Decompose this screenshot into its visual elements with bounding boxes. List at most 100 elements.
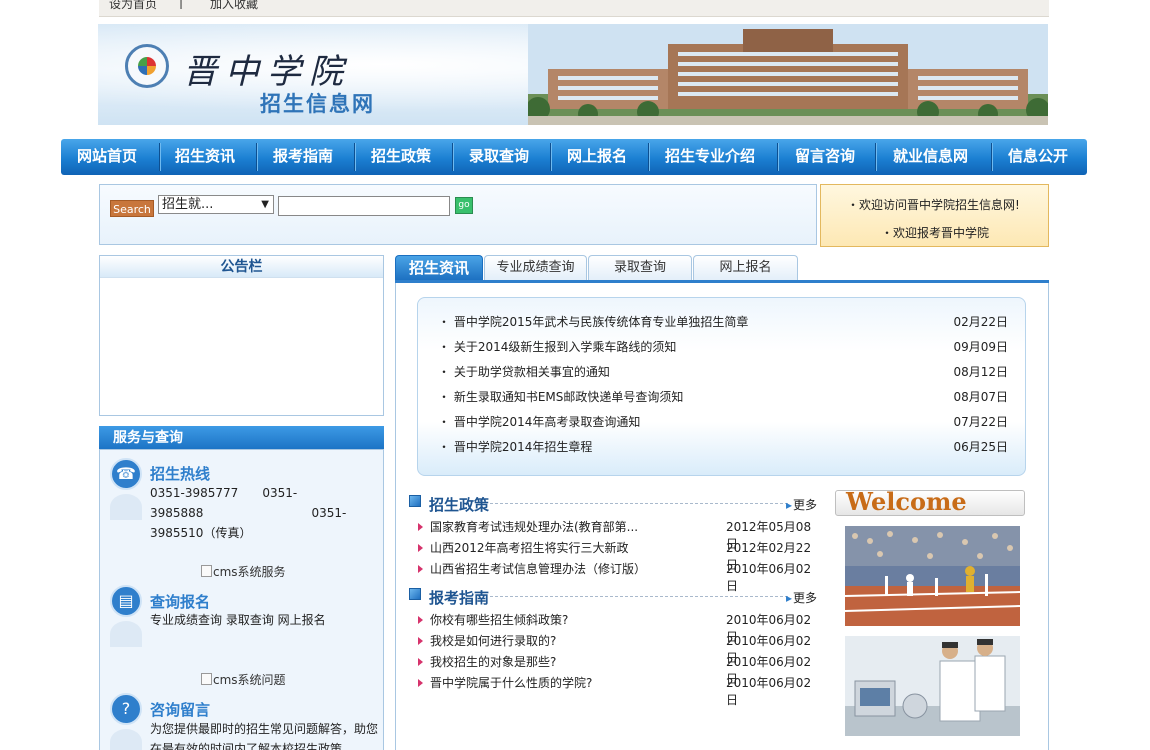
message-icon-reflection (110, 729, 142, 750)
list-item[interactable]: ・ 关于2014级新生报到入学乘车路线的须知 09月09日 (438, 338, 1008, 358)
news-title[interactable]: ・ 晋中学院2015年武术与民族传统体育专业单独招生简章 (438, 313, 748, 330)
school-logo-icon (125, 44, 169, 88)
news-title[interactable]: ・ 晋中学院2014年高考录取查询通知 (438, 413, 640, 430)
nav-item-online-registration[interactable]: 网上报名 (567, 139, 627, 175)
hotline-line-3: 3985510（传真） (150, 526, 252, 540)
go-button[interactable]: go (455, 197, 473, 214)
news-date: 07月22日 (953, 415, 1008, 429)
guide-section-title[interactable]: 报考指南 (429, 587, 489, 608)
policy-section-title[interactable]: 招生政策 (429, 494, 489, 515)
welcome-message-box: ・欢迎访问晋中学院招生信息网! ・欢迎报考晋中学院 (820, 184, 1049, 247)
news-date: 09月09日 (953, 340, 1008, 354)
list-item[interactable]: 你校有哪些招生倾斜政策? 2010年06月02日 (418, 611, 813, 644)
campus-building-image (528, 24, 1048, 125)
list-item[interactable]: ・ 关于助学贷款相关事宜的通知 08月12日 (438, 363, 1008, 383)
policy-item-title[interactable]: 山西2012年高考招生将实行三大新政 (430, 539, 629, 556)
list-item[interactable]: ・ 晋中学院2014年高考录取查询通知 07月22日 (438, 413, 1008, 433)
laboratory-photo[interactable] (845, 636, 1020, 736)
question-image-placeholder: cms系统问题 (201, 671, 286, 688)
nav-item-application-guide[interactable]: 报考指南 (273, 139, 333, 175)
sports-event-photo[interactable] (845, 526, 1020, 626)
tab-score-query[interactable]: 专业成绩查询 (484, 255, 587, 281)
guide-item-title[interactable]: 你校有哪些招生倾斜政策? (430, 611, 568, 628)
service-panel: ☎ 招生热线 0351-3985777 0351- 3985888 0351- … (99, 449, 384, 750)
tab-admission-query[interactable]: 录取查询 (588, 255, 692, 281)
list-item[interactable]: ・ 晋中学院2014年招生章程 06月25日 (438, 438, 1008, 458)
news-date: 02月22日 (953, 315, 1008, 329)
guide-more-link[interactable]: 更多 (786, 589, 817, 606)
main-nav: 网站首页 招生资讯 报考指南 招生政策 录取查询 网上报名 招生专业介绍 留言咨… (61, 139, 1087, 175)
add-bookmark-link[interactable]: 加入收藏 (210, 0, 258, 12)
nav-item-major-introduction[interactable]: 招生专业介绍 (665, 139, 755, 175)
section-divider (490, 596, 788, 597)
consult-text-2: 在最有效的时间内了解本校招生政策。 (150, 742, 355, 750)
welcome-line-2: ・欢迎报考晋中学院 (881, 226, 990, 240)
list-item[interactable]: ・ 新生录取通知书EMS邮政快递单号查询须知 08月07日 (438, 388, 1008, 408)
news-title[interactable]: ・ 关于助学贷款相关事宜的通知 (438, 363, 610, 380)
school-name: 晋中学院 (183, 52, 351, 92)
hotline-title[interactable]: 招生热线 (150, 463, 210, 484)
welcome-header: Welcome (835, 487, 1025, 516)
notice-board-title: 公告栏 (100, 256, 383, 278)
search-category-select[interactable]: 招生就... ▼ (158, 195, 274, 214)
list-item[interactable]: 国家教育考试违规处理办法(教育部第... 2012年05月08日 (418, 518, 813, 551)
welcome-title: Welcome (846, 487, 967, 516)
query-links[interactable]: 专业成绩查询 录取查询 网上报名 (150, 610, 326, 630)
service-image-placeholder: cms系统服务 (201, 563, 286, 580)
guide-item-date: 2010年06月02日 (726, 676, 812, 707)
guide-item-title[interactable]: 我校招生的对象是那些? (430, 653, 556, 670)
news-date: 08月12日 (953, 365, 1008, 379)
clipboard-icon-reflection (110, 621, 142, 647)
section-icon (409, 588, 421, 600)
nav-item-admission-policy[interactable]: 招生政策 (371, 139, 431, 175)
phone-icon: ☎ (110, 458, 142, 490)
hotline-line-2: 3985888 0351- (150, 506, 347, 520)
set-homepage-link[interactable]: 设为首页 (109, 0, 157, 12)
notice-board: 公告栏 (99, 255, 384, 416)
phone-icon-reflection (110, 494, 142, 520)
policy-item-title[interactable]: 山西省招生考试信息管理办法（修订版） (430, 560, 646, 577)
welcome-line-1: ・欢迎访问晋中学院招生信息网! (847, 198, 1020, 212)
topbar-divider: | (179, 0, 184, 9)
policy-item-title[interactable]: 国家教育考试违规处理办法(教育部第... (430, 518, 638, 535)
news-title[interactable]: ・ 关于2014级新生报到入学乘车路线的须知 (438, 338, 676, 355)
list-item[interactable]: 晋中学院属于什么性质的学院? 2010年06月02日 (418, 674, 813, 707)
news-date: 08月07日 (953, 390, 1008, 404)
clipboard-icon: ▤ (110, 585, 142, 617)
guide-item-title[interactable]: 我校是如何进行录取的? (430, 632, 556, 649)
list-item[interactable]: 山西2012年高考招生将实行三大新政 2012年02月22日 (418, 539, 813, 572)
list-item[interactable]: ・ 晋中学院2015年武术与民族传统体育专业单独招生简章 02月22日 (438, 313, 1008, 333)
policy-more-link[interactable]: 更多 (786, 496, 817, 513)
news-list: ・ 晋中学院2015年武术与民族传统体育专业单独招生简章 02月22日 ・ 关于… (417, 297, 1026, 476)
tab-admission-news[interactable]: 招生资讯 (395, 255, 483, 281)
search-label-button[interactable]: Search (110, 200, 154, 217)
nav-item-admission-query[interactable]: 录取查询 (469, 139, 529, 175)
list-item[interactable]: 山西省招生考试信息管理办法（修订版） 2010年06月02日 (418, 560, 813, 593)
guide-item-title[interactable]: 晋中学院属于什么性质的学院? (430, 674, 592, 691)
tab-online-registration[interactable]: 网上报名 (693, 255, 798, 281)
list-item[interactable]: 我校是如何进行录取的? 2010年06月02日 (418, 632, 813, 665)
news-date: 06月25日 (953, 440, 1008, 454)
top-utility-bar: 设为首页 | 加入收藏 (99, 0, 1049, 17)
section-icon (409, 495, 421, 507)
nav-item-admission-news[interactable]: 招生资讯 (175, 139, 235, 175)
nav-item-home[interactable]: 网站首页 (77, 139, 137, 175)
nav-item-information-disclosure[interactable]: 信息公开 (1008, 139, 1068, 175)
site-name: 招生信息网 (260, 92, 375, 116)
news-title[interactable]: ・ 新生录取通知书EMS邮政快递单号查询须知 (438, 388, 683, 405)
search-panel: Search 招生就... ▼ go (99, 184, 817, 245)
consult-title[interactable]: 咨询留言 (150, 699, 210, 720)
query-title[interactable]: 查询报名 (150, 591, 210, 612)
nav-item-employment[interactable]: 就业信息网 (893, 139, 968, 175)
site-banner: 晋中学院 招生信息网 (98, 24, 1048, 125)
hotline-line-1: 0351-3985777 0351- (150, 486, 298, 500)
service-panel-title: 服务与查询 (99, 426, 384, 450)
search-input[interactable] (278, 196, 450, 216)
news-title[interactable]: ・ 晋中学院2014年招生章程 (438, 438, 592, 455)
message-icon: ? (110, 693, 142, 725)
list-item[interactable]: 我校招生的对象是那些? 2010年06月02日 (418, 653, 813, 686)
section-divider (490, 503, 788, 504)
chevron-down-icon: ▼ (261, 199, 269, 210)
search-select-value: 招生就... (162, 197, 214, 212)
nav-item-consultation[interactable]: 留言咨询 (795, 139, 855, 175)
